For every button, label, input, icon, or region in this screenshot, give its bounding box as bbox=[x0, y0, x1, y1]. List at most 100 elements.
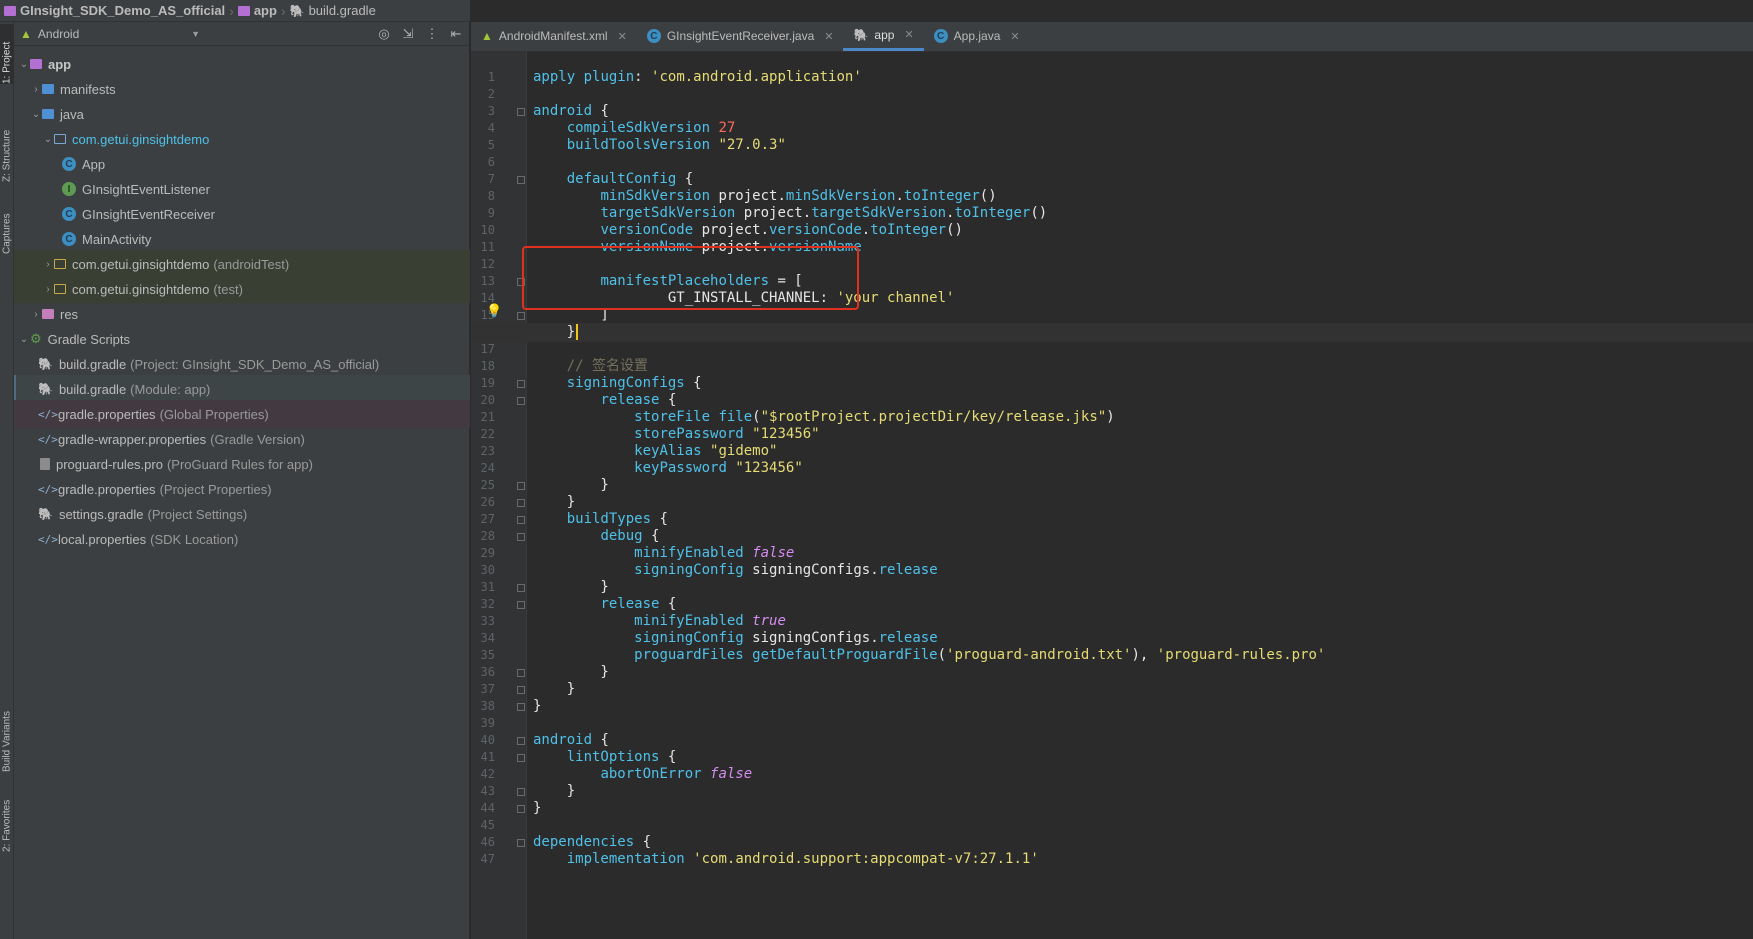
tree-node-test[interactable]: › com.getui.ginsightdemo (test) bbox=[14, 275, 470, 303]
tree-node-res[interactable]: › res bbox=[14, 300, 470, 328]
tab-app-java[interactable]: C App.java ✕ bbox=[924, 21, 1030, 51]
fold-marker-icon[interactable] bbox=[517, 805, 525, 813]
tree-node-build-gradle-project[interactable]: 🐘 build.gradle (Project: GInsight_SDK_De… bbox=[14, 350, 470, 378]
view-mode-label: Android bbox=[37, 26, 80, 41]
fold-marker-icon[interactable] bbox=[517, 516, 525, 524]
tab-androidmanifest[interactable]: ▲ AndroidManifest.xml ✕ bbox=[471, 21, 637, 51]
tab-app-gradle[interactable]: 🐘 app ✕ bbox=[843, 21, 924, 51]
breadcrumb-item-file[interactable]: 🐘 build.gradle bbox=[290, 3, 376, 18]
chevron-down-icon: ⌄ bbox=[19, 58, 29, 70]
tree-node-label: com.getui.ginsightdemo bbox=[72, 256, 210, 272]
properties-file-icon: </> bbox=[38, 482, 58, 496]
code-line[interactable]: apply plugin: 'com.android.application' bbox=[533, 68, 862, 87]
tree-node-gradle-properties-global[interactable]: </> gradle.properties (Global Properties… bbox=[14, 400, 470, 428]
tree-node-proguard-rules[interactable]: proguard-rules.pro (ProGuard Rules for a… bbox=[14, 450, 470, 478]
tree-node-app[interactable]: ⌄ app bbox=[14, 50, 470, 78]
tree-node-class-receiver[interactable]: C GInsightEventReceiver bbox=[14, 200, 470, 228]
code-line[interactable]: buildToolsVersion "27.0.3" bbox=[533, 136, 786, 155]
fold-marker-icon[interactable] bbox=[517, 584, 525, 592]
tree-node-interface-listener[interactable]: I GInsightEventListener bbox=[14, 175, 470, 203]
more-options-icon[interactable]: ⋮ bbox=[425, 26, 439, 42]
tree-node-local-properties[interactable]: </> local.properties (SDK Location) bbox=[14, 525, 470, 553]
tree-node-suffix: (SDK Location) bbox=[150, 531, 239, 547]
breadcrumb-item-project[interactable]: GInsight_SDK_Demo_AS_official bbox=[4, 3, 225, 18]
fold-marker-icon[interactable] bbox=[517, 669, 525, 677]
tree-node-label: build.gradle bbox=[58, 381, 127, 397]
chevron-right-icon: › bbox=[34, 83, 38, 95]
fold-marker-icon[interactable] bbox=[517, 754, 525, 762]
tree-node-suffix: (Project Properties) bbox=[159, 481, 272, 497]
tree-node-class-app[interactable]: C App bbox=[14, 150, 470, 178]
close-icon[interactable]: ✕ bbox=[824, 30, 833, 43]
code-area[interactable]: apply plugin: 'com.android.application' a… bbox=[471, 52, 1753, 939]
breadcrumb-label: build.gradle bbox=[308, 3, 376, 18]
text-file-icon bbox=[40, 458, 50, 470]
close-icon[interactable]: ✕ bbox=[618, 30, 627, 43]
collapse-icon[interactable]: ⇲ bbox=[401, 26, 415, 42]
android-icon: ▲ bbox=[20, 26, 32, 41]
code-line[interactable]: } bbox=[533, 697, 541, 716]
fold-marker-icon[interactable] bbox=[517, 703, 525, 711]
project-tool-tab[interactable]: 1: Project bbox=[0, 24, 14, 84]
folder-icon bbox=[42, 84, 54, 94]
fold-marker-icon[interactable] bbox=[517, 601, 525, 609]
fold-marker-icon[interactable] bbox=[517, 108, 525, 116]
code-line[interactable]: } bbox=[533, 799, 541, 818]
close-icon[interactable]: ✕ bbox=[904, 28, 913, 41]
fold-marker-icon[interactable] bbox=[517, 686, 525, 694]
build-variants-tool-tab[interactable]: Build Variants bbox=[0, 682, 14, 772]
breadcrumb-label: GInsight_SDK_Demo_AS_official bbox=[20, 3, 226, 18]
tree-node-java[interactable]: ⌄ java bbox=[14, 100, 470, 128]
tree-node-package[interactable]: ⌄ com.getui.ginsightdemo bbox=[14, 125, 470, 153]
fold-marker-icon[interactable] bbox=[517, 737, 525, 745]
tree-node-gradle-properties-project[interactable]: </> gradle.properties (Project Propertie… bbox=[14, 475, 470, 503]
fold-marker-icon[interactable] bbox=[517, 499, 525, 507]
class-icon: C bbox=[933, 29, 948, 43]
fold-marker-icon[interactable] bbox=[517, 397, 525, 405]
captures-tool-tab[interactable]: Captures bbox=[0, 194, 14, 254]
tree-node-manifests[interactable]: › manifests bbox=[14, 75, 470, 103]
fold-marker-icon[interactable] bbox=[517, 176, 525, 184]
code-line[interactable]: proguardFiles getDefaultProguardFile('pr… bbox=[533, 646, 1325, 665]
favorites-tool-tab[interactable]: 2: Favorites bbox=[0, 782, 14, 852]
close-icon[interactable]: ✕ bbox=[1010, 30, 1019, 43]
code-line[interactable]: implementation 'com.android.support:appc… bbox=[533, 850, 1039, 869]
tree-node-suffix: (Project Settings) bbox=[147, 506, 248, 522]
tree-node-build-gradle-module[interactable]: 🐘 build.gradle (Module: app) bbox=[14, 375, 470, 403]
tree-node-label: gradle-wrapper.properties bbox=[58, 431, 207, 447]
target-icon[interactable]: ◎ bbox=[377, 26, 391, 42]
class-icon: C bbox=[62, 232, 76, 246]
fold-marker-icon[interactable] bbox=[517, 533, 525, 541]
tree-node-gradle-wrapper-properties[interactable]: </> gradle-wrapper.properties (Gradle Ve… bbox=[14, 425, 470, 453]
code-line[interactable]: } bbox=[471, 323, 1753, 342]
tree-node-androidtest[interactable]: › com.getui.ginsightdemo (androidTest) bbox=[14, 250, 470, 278]
fold-marker-icon[interactable] bbox=[517, 482, 525, 490]
tree-node-class-mainactivity[interactable]: C MainActivity bbox=[14, 225, 470, 253]
fold-marker-icon[interactable] bbox=[517, 380, 525, 388]
tree-node-label: GInsightEventListener bbox=[82, 181, 210, 197]
tree-node-settings-gradle[interactable]: 🐘 settings.gradle (Project Settings) bbox=[14, 500, 470, 528]
chevron-right-icon: › bbox=[34, 308, 38, 320]
package-icon bbox=[54, 284, 66, 294]
properties-file-icon: </> bbox=[38, 432, 58, 446]
tree-node-suffix: (Global Properties) bbox=[159, 406, 269, 422]
structure-tool-tab[interactable]: Z: Structure bbox=[0, 102, 14, 182]
fold-marker-icon[interactable] bbox=[517, 312, 525, 320]
tab-label: AndroidManifest.xml bbox=[498, 29, 608, 43]
fold-marker-icon[interactable] bbox=[517, 839, 525, 847]
fold-marker-icon[interactable] bbox=[517, 788, 525, 796]
tab-ginsighteventreceiver[interactable]: C GInsightEventReceiver.java ✕ bbox=[637, 21, 844, 51]
tab-label: Build Variants bbox=[1, 711, 13, 772]
view-mode-select[interactable]: ▲ Android ▼ bbox=[20, 27, 200, 41]
lightbulb-icon[interactable]: 💡 bbox=[486, 303, 502, 319]
folder-icon bbox=[42, 109, 54, 119]
tree-node-label: GInsightEventReceiver bbox=[82, 206, 215, 222]
hide-panel-icon[interactable]: ⇤ bbox=[449, 26, 463, 42]
breadcrumb-item-app[interactable]: app bbox=[237, 3, 277, 18]
tree-node-gradle-scripts[interactable]: ⌄ ⚙ Gradle Scripts bbox=[14, 325, 470, 353]
annotation-highlight-box bbox=[522, 246, 859, 310]
package-icon bbox=[54, 259, 66, 269]
chevron-down-icon: ⌄ bbox=[31, 108, 41, 120]
gradle-icon: 🐘 bbox=[38, 507, 53, 521]
gradle-icon: 🐘 bbox=[289, 3, 305, 18]
